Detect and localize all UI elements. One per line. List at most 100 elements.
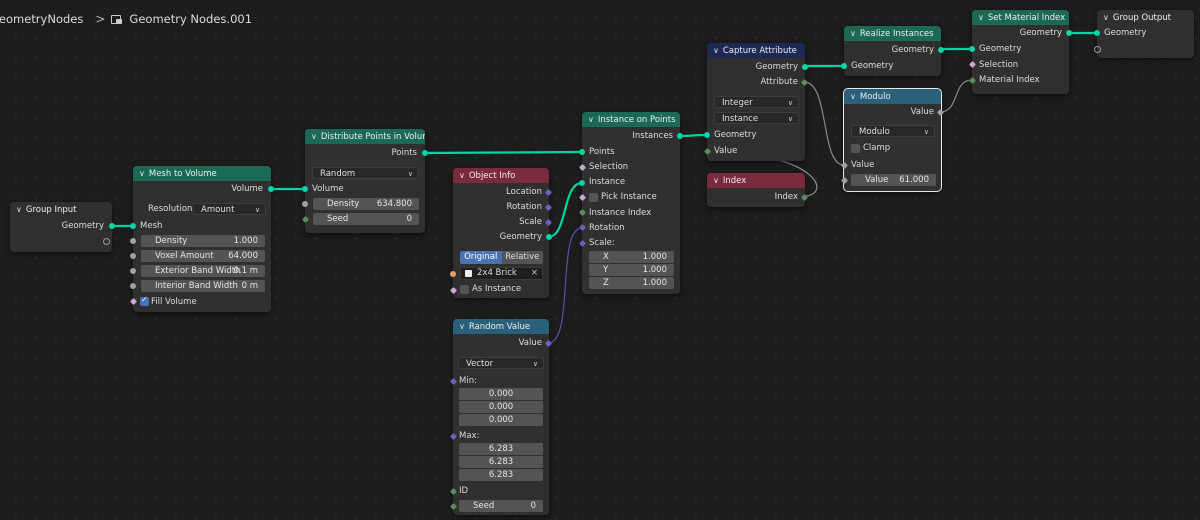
collapse-chevron-icon[interactable]: ∨	[588, 112, 594, 127]
value-field[interactable]: Value 61.000	[851, 174, 936, 186]
voxel-amount-field[interactable]: Voxel Amount 64.000	[141, 250, 265, 262]
empty-socket-icon[interactable]	[1094, 46, 1101, 53]
seed-value: 0	[406, 214, 412, 224]
max-x-field[interactable]: 6.283	[459, 443, 543, 455]
collapse-chevron-icon[interactable]: ∨	[850, 89, 856, 104]
seed-field[interactable]: Seed 0	[313, 213, 419, 225]
chevron-down-icon: ∨	[532, 360, 538, 368]
node-realize-instances[interactable]: ∨ Realize Instances Geometry Geometry	[841, 26, 944, 76]
collapse-chevron-icon[interactable]: ∨	[850, 26, 856, 41]
node-title: Group Output	[1112, 13, 1171, 23]
min-y-field[interactable]: 0.000	[459, 401, 543, 413]
collapse-chevron-icon[interactable]: ∨	[459, 319, 465, 334]
max-z-field[interactable]: 6.283	[459, 469, 543, 481]
exterior-band-field[interactable]: Exterior Band Width 0.1 m	[141, 265, 265, 277]
points-socket-icon[interactable]	[579, 149, 585, 155]
scale-x-field[interactable]: X 1.000	[589, 251, 674, 263]
as-instance-label: As Instance	[472, 284, 522, 294]
output-volume-label: Volume	[231, 184, 263, 194]
density-socket-icon[interactable]	[130, 238, 136, 244]
density-socket-icon[interactable]	[302, 201, 308, 207]
seed-field[interactable]: Seed 0	[459, 500, 543, 512]
node-title: Object Info	[468, 171, 516, 181]
interior-socket-icon[interactable]	[130, 283, 136, 289]
resolution-dropdown[interactable]: Amount ∨	[193, 203, 266, 215]
link-attribute-modulo	[803, 81, 845, 166]
max-y-field[interactable]: 6.283	[459, 456, 543, 468]
object-socket-icon[interactable]	[450, 271, 456, 277]
mode-dropdown[interactable]: Random ∨	[312, 167, 419, 179]
output-instances-label: Instances	[632, 131, 673, 141]
domain-dropdown[interactable]: Instance ∨	[714, 112, 799, 124]
output-value-label: Value	[910, 107, 934, 117]
relative-button[interactable]: Relative	[501, 251, 543, 264]
as-instance-checkbox[interactable]	[460, 285, 469, 294]
geometry-in-socket-icon[interactable]	[704, 132, 710, 138]
mesh-socket-icon[interactable]	[130, 223, 136, 229]
operation-dropdown[interactable]: Modulo ∨	[851, 125, 935, 137]
points-socket-icon[interactable]	[422, 150, 428, 156]
min-z-field[interactable]: 0.000	[459, 414, 543, 426]
voxel-label: Voxel Amount	[155, 251, 214, 261]
clear-icon[interactable]: ×	[531, 268, 538, 279]
geometry-socket-icon[interactable]	[1094, 30, 1100, 36]
empty-socket-icon[interactable]	[103, 238, 110, 245]
node-title: Instance on Points	[597, 115, 676, 125]
density-value: 1.000	[233, 236, 258, 246]
node-index[interactable]: ∨ Index Index	[707, 173, 809, 207]
chevron-down-icon: ∨	[923, 128, 929, 136]
scale-z-field[interactable]: Z 1.000	[589, 277, 674, 289]
node-instance-on-points[interactable]: ∨ Instance on Points Instances Points Sel…	[578, 112, 683, 294]
collapse-chevron-icon[interactable]: ∨	[978, 10, 984, 25]
exterior-value: 0.1 m	[233, 266, 259, 276]
node-modulo[interactable]: ∨ Modulo Value Modulo ∨ Clamp Value Value 6…	[840, 88, 945, 192]
collapse-chevron-icon[interactable]: ∨	[713, 173, 719, 188]
node-capture-attribute[interactable]: ∨ Capture Attribute Geometry Attribute In…	[703, 43, 809, 161]
volume-in-socket-icon[interactable]	[302, 186, 308, 192]
instance-socket-icon[interactable]	[579, 180, 585, 186]
node-group-output[interactable]: ∨ Group Output Geometry	[1094, 10, 1194, 58]
node-mesh-to-volume[interactable]: ∨ Mesh to Volume Volume Resolution Amount…	[129, 166, 274, 312]
scale-x-label: X	[603, 252, 609, 262]
node-object-info[interactable]: ∨ Object Info Location Rotation Scale Geo…	[449, 168, 553, 298]
exterior-socket-icon[interactable]	[130, 268, 136, 274]
geometry-out-socket-icon[interactable]	[1066, 30, 1072, 36]
geometry-in-socket-icon[interactable]	[841, 63, 847, 69]
original-button[interactable]: Original	[460, 251, 502, 264]
object-field[interactable]: 2x4 Brick ×	[460, 267, 543, 280]
input-geometry-label: Geometry	[851, 61, 894, 71]
collapse-chevron-icon[interactable]: ∨	[16, 202, 22, 217]
geometry-socket-icon[interactable]	[546, 234, 552, 240]
collapse-chevron-icon[interactable]: ∨	[459, 168, 465, 183]
node-set-material-index[interactable]: ∨ Set Material Index Geometry Geometry Se…	[968, 10, 1072, 94]
voxel-socket-icon[interactable]	[130, 253, 136, 259]
volume-socket-icon[interactable]	[268, 186, 274, 192]
data-type-value: Integer	[722, 98, 753, 108]
transform-space-toggle[interactable]: Original Relative	[460, 251, 543, 264]
min-x-field[interactable]: 0.000	[459, 388, 543, 400]
collapse-chevron-icon[interactable]: ∨	[713, 43, 719, 58]
instances-socket-icon[interactable]	[677, 133, 683, 139]
type-dropdown[interactable]: Vector ∨	[458, 357, 544, 369]
collapse-chevron-icon[interactable]: ∨	[311, 129, 317, 144]
data-type-dropdown[interactable]: Integer ∨	[714, 96, 799, 108]
object-value: 2x4 Brick	[477, 268, 517, 278]
geometry-out-socket-icon[interactable]	[938, 47, 944, 53]
pick-instance-checkbox[interactable]	[589, 193, 598, 202]
density-field[interactable]: Density 634.800	[313, 198, 419, 210]
density-field[interactable]: Density 1.000	[141, 235, 265, 247]
geometry-in-socket-icon[interactable]	[969, 46, 975, 52]
output-geometry-label: Geometry	[499, 232, 542, 242]
node-group-input[interactable]: ∨ Group Input Geometry	[10, 202, 115, 252]
geometry-socket-icon[interactable]	[109, 223, 115, 229]
node-random-value[interactable]: ∨ Random Value Value Vector ∨ Min: 0.000 0…	[449, 319, 553, 515]
fill-volume-checkbox[interactable]	[140, 295, 149, 306]
clamp-checkbox[interactable]	[851, 144, 860, 153]
geometry-out-socket-icon[interactable]	[802, 64, 808, 70]
collapse-chevron-icon[interactable]: ∨	[139, 166, 145, 181]
node-distribute-points[interactable]: ∨ Distribute Points in Volume Points Rand…	[301, 129, 428, 233]
input-geometry-label: Geometry	[979, 44, 1022, 54]
scale-y-field[interactable]: Y 1.000	[589, 264, 674, 276]
collapse-chevron-icon[interactable]: ∨	[1103, 10, 1109, 25]
interior-band-field[interactable]: Interior Band Width 0 m	[141, 280, 265, 292]
